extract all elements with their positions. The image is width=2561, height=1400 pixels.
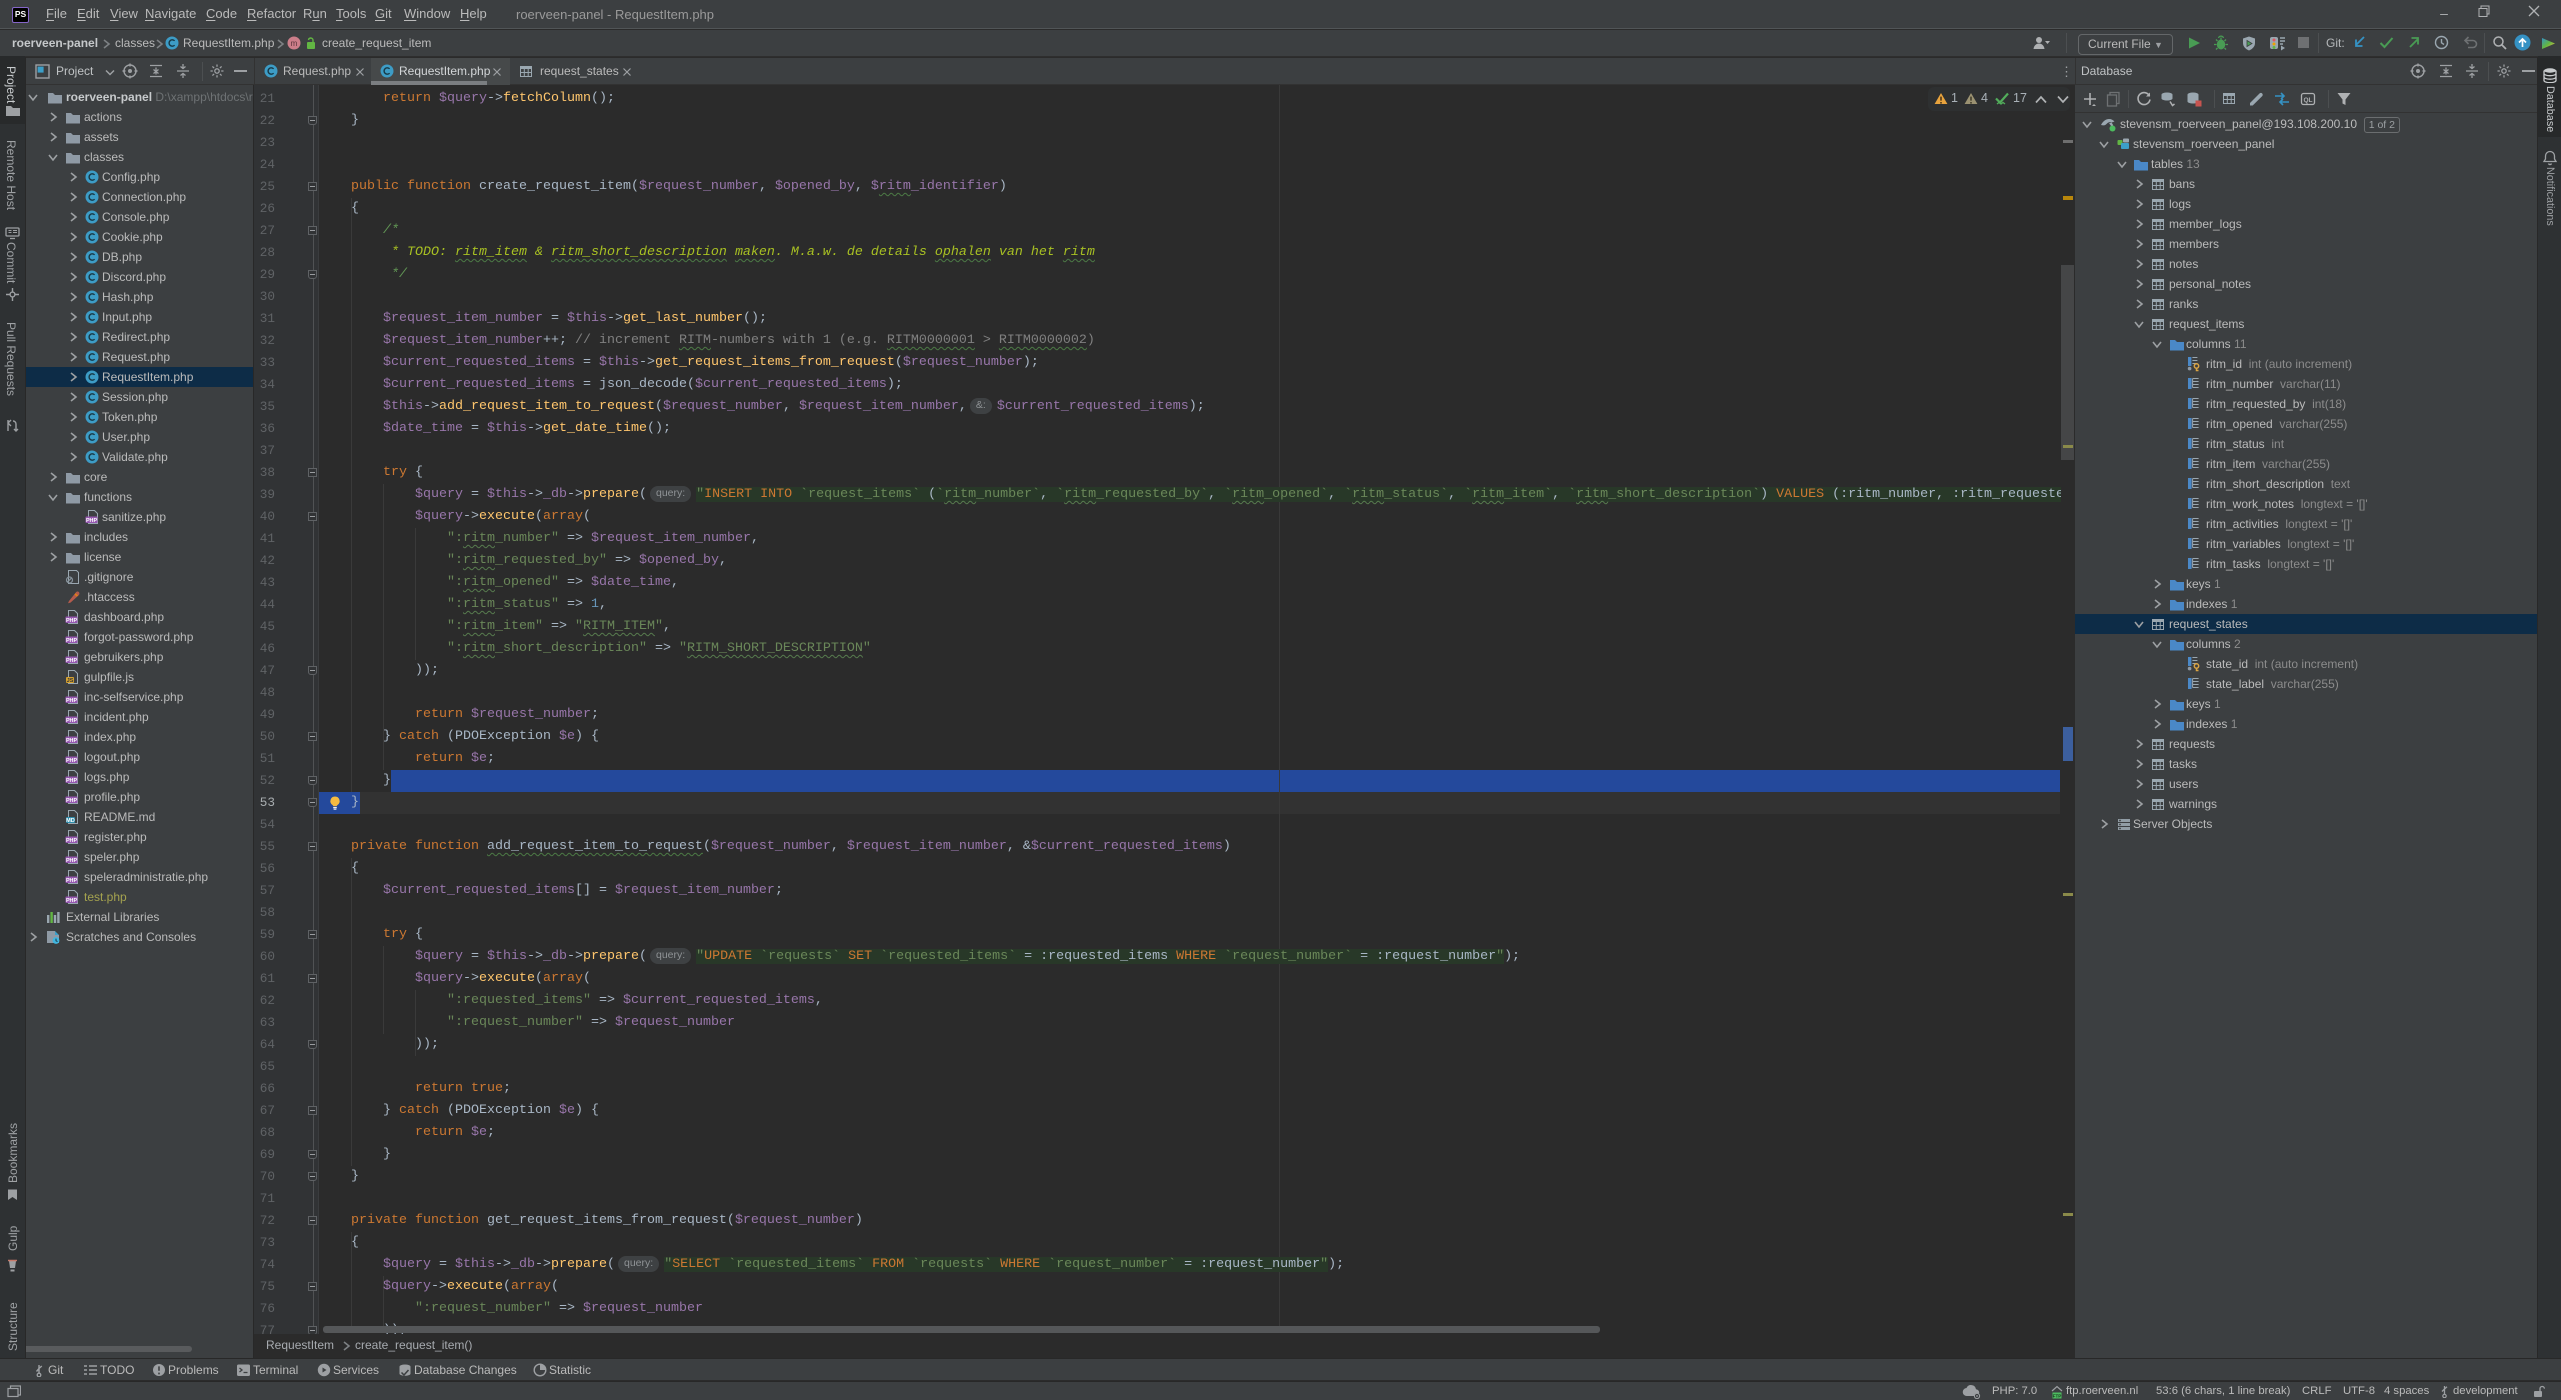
svg-text:PHP: PHP — [66, 838, 77, 844]
svg-text:PHP: PHP — [66, 738, 77, 744]
svg-text:PHP: PHP — [66, 698, 77, 704]
svg-text:PHP: PHP — [66, 618, 77, 624]
svg-text:PHP: PHP — [66, 898, 77, 904]
svg-text:JS: JS — [67, 678, 74, 684]
svg-text:m: m — [291, 39, 298, 48]
svg-text:PHP: PHP — [66, 878, 77, 884]
svg-text:PHP: PHP — [66, 778, 77, 784]
svg-text:QL: QL — [2303, 97, 2312, 104]
svg-text:PHP: PHP — [66, 798, 77, 804]
svg-text:FTP: FTP — [2053, 1394, 2062, 1399]
svg-text:PHP: PHP — [66, 658, 77, 664]
svg-text:MD: MD — [66, 818, 75, 824]
svg-text:PHP: PHP — [66, 638, 77, 644]
svg-text:PHP: PHP — [86, 518, 97, 524]
svg-text:PHP: PHP — [66, 718, 77, 724]
svg-text:PHP: PHP — [66, 858, 77, 864]
svg-text:PHP: PHP — [66, 758, 77, 764]
